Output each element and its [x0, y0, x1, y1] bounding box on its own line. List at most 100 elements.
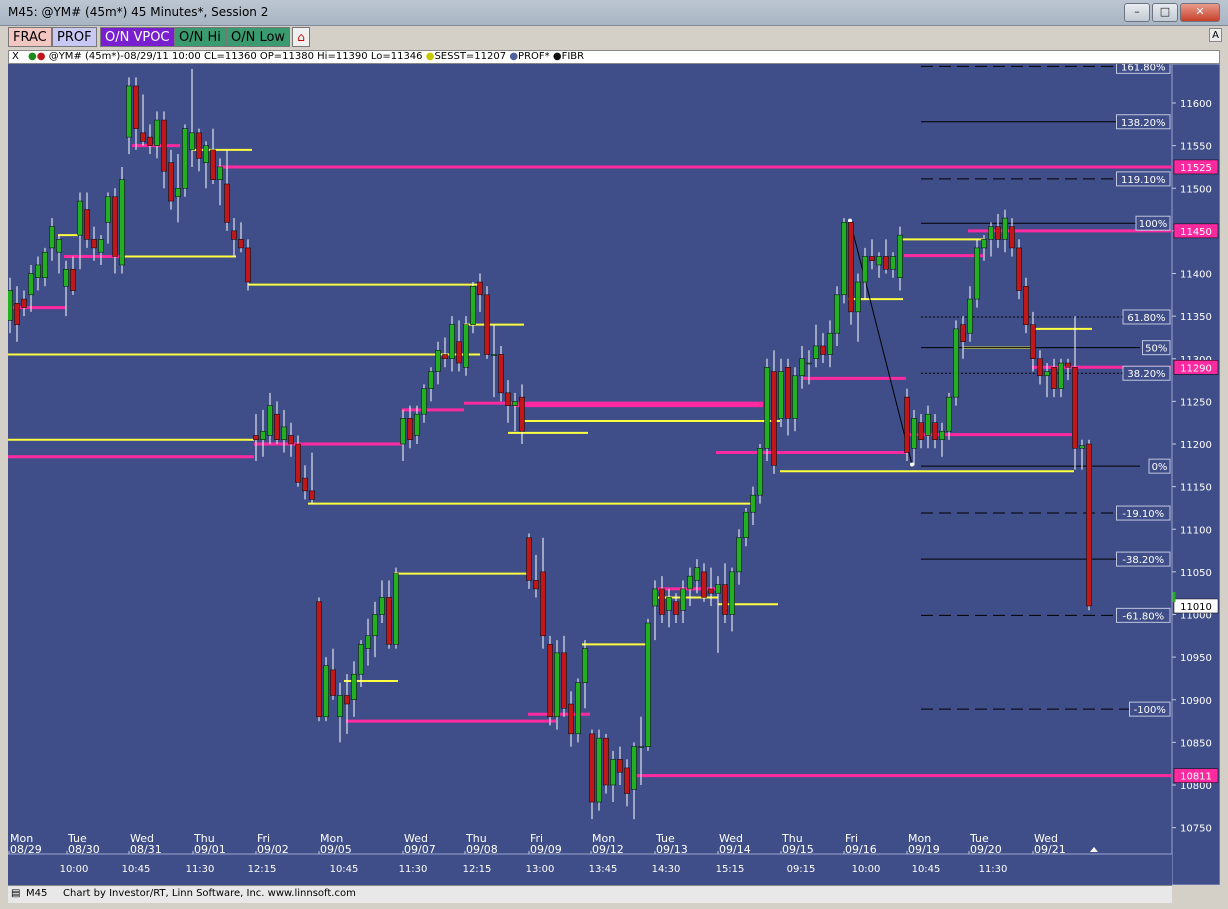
candle-body	[1044, 371, 1050, 377]
candle-body	[393, 573, 399, 645]
a-button[interactable]: A	[1209, 28, 1222, 42]
minimize-button[interactable]: –	[1124, 3, 1150, 22]
prof-button[interactable]: PROF	[52, 27, 97, 47]
prof-text: PROF*	[518, 51, 550, 62]
candle-body	[1072, 367, 1078, 449]
date-label: 09/07	[404, 843, 436, 856]
time-label: 13:45	[589, 864, 618, 875]
candle-body	[1016, 247, 1022, 291]
candle-body	[428, 371, 434, 389]
candle-body	[673, 601, 679, 615]
candle-body	[722, 584, 728, 615]
candle-body	[792, 375, 798, 419]
candle-body	[498, 354, 504, 394]
infobar-close-icon[interactable]: X	[12, 51, 19, 62]
sesst-text: SESST=11207	[434, 51, 507, 62]
candle-body	[231, 230, 237, 240]
on-low-button[interactable]: O/N Low	[226, 27, 291, 47]
candle-body	[463, 324, 469, 368]
candle-body	[1079, 445, 1085, 449]
candle-body	[147, 136, 153, 146]
candle-body	[91, 239, 97, 249]
candle-body	[911, 418, 917, 449]
candle-body	[680, 588, 686, 611]
y-tick-label: 10750	[1180, 824, 1212, 835]
candle-body	[561, 652, 567, 709]
candle-body	[855, 281, 861, 313]
candle-body	[554, 652, 560, 718]
candle-body	[316, 601, 322, 718]
time-label: 10:45	[912, 864, 941, 875]
candle-body	[967, 298, 973, 334]
candle-body	[288, 435, 294, 445]
candle-body	[203, 145, 209, 163]
y-tick-label: 10900	[1180, 696, 1212, 707]
date-label: 09/05	[320, 843, 352, 856]
on-hi-button[interactable]: O/N Hi	[174, 27, 226, 47]
candle-body	[56, 239, 62, 253]
y-tick-label: 10850	[1180, 738, 1212, 749]
candle-body	[168, 162, 174, 202]
candle-body	[988, 226, 994, 240]
candle-body	[666, 597, 672, 611]
candle-body	[1002, 217, 1008, 240]
fib-label: -38.20%	[1122, 555, 1164, 566]
time-label: 10:00	[852, 864, 881, 875]
candle-body	[526, 537, 532, 581]
y-tick-label: 11600	[1180, 99, 1212, 110]
candle-body	[687, 575, 693, 590]
candle-body	[400, 418, 406, 445]
candle-body	[217, 166, 223, 180]
current-bar-marker	[1090, 847, 1098, 852]
time-label: 12:15	[463, 864, 492, 875]
candle-body	[596, 737, 602, 803]
candle-body	[547, 644, 553, 718]
candle-body	[274, 413, 280, 440]
home-icon[interactable]: ⌂	[292, 27, 310, 47]
y-tick-label: 11050	[1180, 568, 1212, 579]
candle-body	[112, 196, 118, 257]
time-label: 14:30	[652, 864, 681, 875]
chart-icon: ▤	[11, 888, 21, 899]
maximize-button[interactable]: □	[1152, 3, 1178, 22]
date-label: 09/01	[194, 843, 226, 856]
on-vpoc-button[interactable]: O/N VPOC	[100, 27, 175, 47]
candle-body	[568, 703, 574, 735]
candle-body	[49, 226, 55, 249]
candle-body	[365, 635, 371, 649]
candle-body	[182, 128, 188, 189]
credit-text: Chart by Investor/RT, Linn Software, Inc…	[63, 888, 356, 899]
candlestick-chart[interactable]: 1075010800108501090010950110001105011100…	[8, 64, 1220, 885]
y-tick-label: 11350	[1180, 312, 1212, 323]
candle-body	[21, 298, 27, 308]
candle-body	[295, 443, 301, 483]
candle-body	[14, 303, 20, 325]
fib-label: -61.80%	[1122, 611, 1164, 622]
candle-body	[512, 401, 518, 406]
vertical-scrollbar[interactable]	[1220, 64, 1228, 885]
candle-body	[175, 188, 181, 198]
date-label: 08/29	[10, 843, 42, 856]
candle-body	[379, 597, 385, 615]
candle-body	[1086, 443, 1092, 607]
candle-body	[925, 413, 931, 436]
date-label: 08/30	[68, 843, 100, 856]
candle-body	[1030, 324, 1036, 359]
candle-body	[897, 234, 903, 279]
close-button[interactable]: ✕	[1180, 3, 1220, 22]
candle-body	[309, 490, 315, 500]
candle-body	[1023, 286, 1029, 325]
candle-body	[126, 85, 132, 138]
date-label: 09/19	[908, 843, 940, 856]
candle-body	[238, 239, 244, 249]
blue-dot-icon: ●	[509, 51, 519, 62]
candle-body	[245, 247, 251, 283]
candle-body	[981, 239, 987, 249]
candle-body	[196, 132, 202, 159]
time-label: 10:00	[60, 864, 89, 875]
frac-button[interactable]: FRAC	[8, 27, 52, 47]
fib-label: 50%	[1145, 344, 1167, 355]
candle-body	[253, 435, 259, 440]
status-bar: ▤ M45 Chart by Investor/RT, Linn Softwar…	[8, 885, 1172, 903]
candle-body	[652, 588, 658, 607]
